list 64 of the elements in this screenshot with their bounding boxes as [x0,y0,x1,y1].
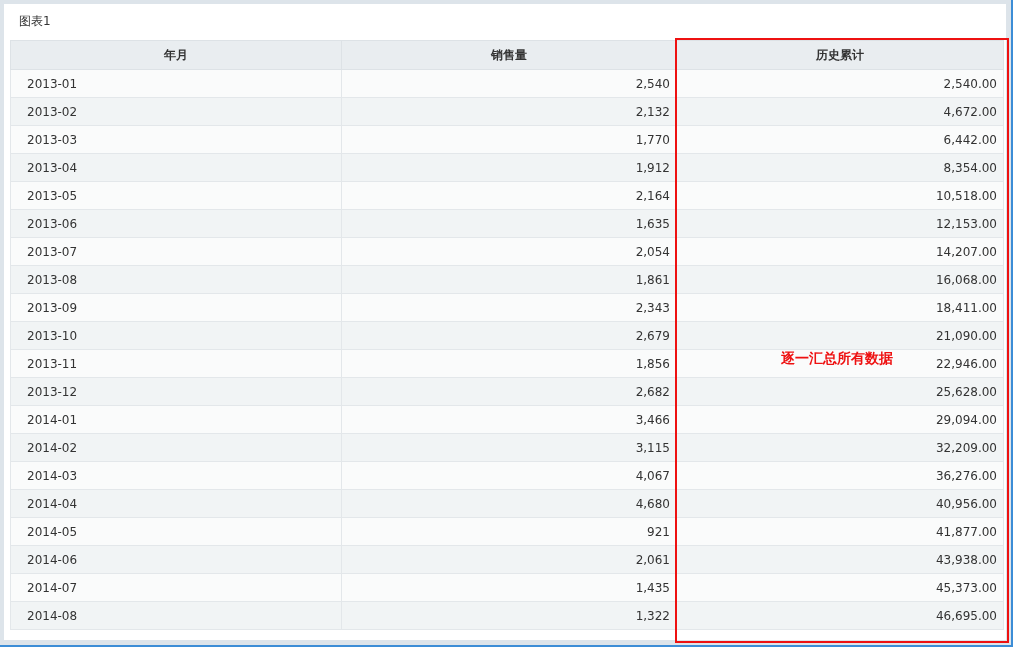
table-cell: 25,628.00 [676,377,1004,406]
table-cell: 2014-02 [10,433,342,462]
table-cell: 4,067 [341,461,677,490]
table-cell: 2014-05 [10,517,342,546]
column-header: 销售量 [341,40,677,70]
table-cell: 1,912 [341,153,677,182]
table-cell: 2,682 [341,377,677,406]
table-cell: 36,276.00 [676,461,1004,490]
table-cell: 2013-11 [10,349,342,378]
table-cell: 2014-04 [10,489,342,518]
table-cell: 2013-02 [10,97,342,126]
table-cell: 2014-07 [10,573,342,602]
table-cell: 2013-08 [10,265,342,294]
table-cell: 2,061 [341,545,677,574]
table-cell: 10,518.00 [676,181,1004,210]
table-cell: 2,540 [341,69,677,98]
table-cell: 2014-03 [10,461,342,490]
table-cell: 40,956.00 [676,489,1004,518]
table-cell: 2,343 [341,293,677,322]
panel-title: 图表1 [18,13,52,30]
table-cell: 2014-06 [10,545,342,574]
table-cell: 45,373.00 [676,573,1004,602]
table-cell: 2013-04 [10,153,342,182]
table-cell: 2,679 [341,321,677,350]
table-cell: 3,115 [341,433,677,462]
table-cell: 41,877.00 [676,517,1004,546]
table-cell: 2013-03 [10,125,342,154]
table-cell: 2014-01 [10,405,342,434]
table-cell: 1,635 [341,209,677,238]
table-cell: 2013-12 [10,377,342,406]
table-cell: 16,068.00 [676,265,1004,294]
annotation-text: 逐一汇总所有数据 [781,350,893,368]
table-cell: 2013-05 [10,181,342,210]
table-cell: 29,094.00 [676,405,1004,434]
table-cell: 1,861 [341,265,677,294]
table-cell: 2014-08 [10,601,342,630]
table-cell: 1,856 [341,349,677,378]
table-cell: 921 [341,517,677,546]
table-cell: 2013-01 [10,69,342,98]
table-cell: 8,354.00 [676,153,1004,182]
table-cell: 2013-09 [10,293,342,322]
table-cell: 2,164 [341,181,677,210]
table-cell: 2,132 [341,97,677,126]
table-cell: 43,938.00 [676,545,1004,574]
table-cell: 2013-07 [10,237,342,266]
column-header: 历史累计 [676,40,1004,70]
table-cell: 1,435 [341,573,677,602]
table-cell: 12,153.00 [676,209,1004,238]
table-cell: 6,442.00 [676,125,1004,154]
table-cell: 18,411.00 [676,293,1004,322]
table-cell: 4,680 [341,489,677,518]
table-cell: 2013-10 [10,321,342,350]
table-cell: 4,672.00 [676,97,1004,126]
table-cell: 2,054 [341,237,677,266]
table-cell: 1,322 [341,601,677,630]
table-cell: 1,770 [341,125,677,154]
table-cell: 14,207.00 [676,237,1004,266]
table-cell: 2,540.00 [676,69,1004,98]
table-cell: 2013-06 [10,209,342,238]
table-cell: 3,466 [341,405,677,434]
table-cell: 32,209.00 [676,433,1004,462]
column-header: 年月 [10,40,342,70]
table-cell: 46,695.00 [676,601,1004,630]
table-cell: 21,090.00 [676,321,1004,350]
